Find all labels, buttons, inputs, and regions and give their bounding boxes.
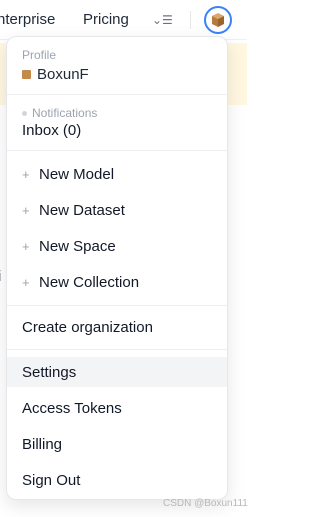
billing-item[interactable]: Billing <box>7 429 227 459</box>
menu-item-label: New Model <box>39 165 115 183</box>
more-menu-icon[interactable]: ⌄☰ <box>152 12 174 28</box>
inbox-link[interactable]: Inbox (0) <box>22 122 81 139</box>
nav-enterprise-link[interactable]: nterprise <box>0 11 55 28</box>
menu-item-label: Sign Out <box>22 471 81 489</box>
access-tokens-item[interactable]: Access Tokens <box>7 393 227 423</box>
create-organization-item[interactable]: Create organization <box>7 312 227 342</box>
user-avatar-icon <box>22 70 31 79</box>
menu-item-label: Create organization <box>22 318 153 336</box>
background-text-fragment: i <box>0 268 1 285</box>
menu-item-label: New Dataset <box>39 201 125 219</box>
menu-item-label: Settings <box>22 363 77 381</box>
plus-icon: + <box>22 238 30 254</box>
menu-item-label: Billing <box>22 435 63 453</box>
notification-dot-icon <box>22 111 27 116</box>
top-navbar: nterprise Pricing ⌄☰ <box>0 0 247 40</box>
settings-item[interactable]: Settings <box>7 357 227 387</box>
plus-icon: + <box>22 202 30 218</box>
new-space-item[interactable]: + New Space <box>7 231 227 261</box>
divider <box>7 94 227 95</box>
plus-icon: + <box>22 274 30 290</box>
notifications-label: Notifications <box>22 106 97 120</box>
plus-icon: + <box>22 166 30 182</box>
divider <box>7 305 227 306</box>
menu-item-label: Access Tokens <box>22 399 122 417</box>
menu-item-label: New Space <box>39 237 116 255</box>
menu-item-label: New Collection <box>39 273 140 291</box>
new-dataset-item[interactable]: + New Dataset <box>7 195 227 225</box>
profile-label: Profile <box>22 48 57 62</box>
profile-link[interactable]: BoxunF <box>22 66 89 83</box>
sign-out-item[interactable]: Sign Out <box>7 465 227 495</box>
divider <box>7 150 227 151</box>
new-model-item[interactable]: + New Model <box>7 159 227 189</box>
nav-pricing-link[interactable]: Pricing <box>83 11 129 28</box>
avatar-button[interactable] <box>204 6 232 34</box>
user-dropdown-menu: Profile BoxunF Notifications Inbox (0) +… <box>6 36 228 500</box>
profile-username: BoxunF <box>37 66 89 83</box>
watermark: CSDN @Boxun111 <box>163 498 248 509</box>
nav-divider <box>190 11 191 29</box>
box-avatar-icon <box>212 13 224 27</box>
divider <box>7 349 227 350</box>
new-collection-item[interactable]: + New Collection <box>7 267 227 297</box>
